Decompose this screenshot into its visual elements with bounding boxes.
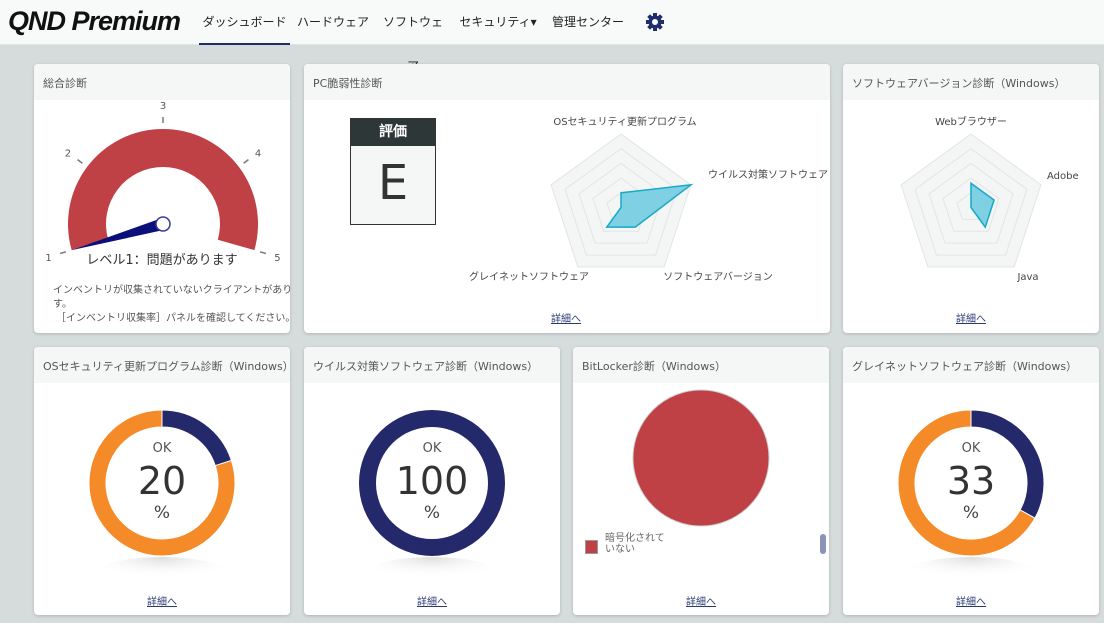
- percent-unit: %: [962, 503, 980, 523]
- tab-dashboard[interactable]: ダッシュボード: [199, 0, 290, 45]
- donut-shadow: [903, 557, 1039, 593]
- pc-vulnerability-panel: PC脆弱性診断 評価 E OSセキュリティ更新プログラム ウイルス対策ソフトウェア…: [304, 64, 830, 333]
- gauge-tick-label: 4: [255, 148, 261, 159]
- ok-value: 100: [395, 459, 469, 503]
- donut-shadow: [94, 557, 230, 593]
- donut-segment-ok: [161, 409, 233, 467]
- tab-admin-center[interactable]: 管理センター: [548, 0, 628, 45]
- ok-label: OK: [152, 441, 172, 456]
- gear-icon[interactable]: [644, 11, 666, 33]
- vulnerability-radar-chart: OSセキュリティ更新プログラムウイルス対策ソフトウェアソフトウェアバージョン グレ…: [469, 115, 828, 283]
- software-version-radar-chart: Webブラウザー Adobe Java: [900, 115, 1079, 283]
- ok-label: OK: [961, 441, 981, 456]
- radar-axis-label: Webブラウザー: [935, 115, 1007, 128]
- bitlocker-panel: BitLocker診断（Windows） 暗号化されて いない 詳細へ: [573, 347, 829, 615]
- gauge-tick-label: 2: [65, 148, 71, 159]
- ok-value: 33: [946, 459, 996, 503]
- percent-unit: %: [423, 503, 441, 523]
- greynet-panel: グレイネットソフトウェア診断（Windows） OK 33 % 詳細へ: [843, 347, 1099, 615]
- tab-software[interactable]: ソフトウェア: [378, 0, 448, 73]
- radar-axis-label: グレイネットソフトウェア: [469, 270, 589, 283]
- ok-value: 20: [137, 459, 187, 503]
- radar-axis-label: ソフトウェアバージョン: [663, 271, 772, 283]
- legend-swatch: [585, 540, 598, 554]
- software-version-panel: ソフトウェアバージョン診断（Windows） Webブラウザー Adobe Java…: [843, 64, 1099, 333]
- ok-label: OK: [422, 441, 442, 456]
- radar-axis-label: OSセキュリティ更新プログラム: [553, 115, 696, 128]
- details-link[interactable]: 詳細へ: [956, 310, 986, 325]
- radar-axis-label: ウイルス対策ソフトウェア: [708, 168, 828, 181]
- overall-diagnosis-panel: 総合診断 12345 レベル1：問題があります インベントリが収集されていないク…: [34, 64, 290, 333]
- gauge-tick-label: 3: [160, 101, 166, 112]
- radar-axis-label: Java: [1016, 272, 1038, 283]
- logo: QND Premium: [8, 6, 181, 36]
- donut-shadow: [364, 557, 500, 593]
- percent-unit: %: [153, 503, 171, 523]
- gauge-band: [68, 129, 258, 251]
- message-line: ［インベントリ収集率］パネルを確認してください。: [56, 313, 290, 324]
- details-link[interactable]: 詳細へ: [147, 593, 177, 608]
- bitlocker-pie: [632, 389, 770, 527]
- tab-security[interactable]: セキュリティ▾: [458, 0, 538, 45]
- top-nav: QND Premium ダッシュボード ハードウェア ソフトウェア セキュリティ…: [0, 0, 1104, 73]
- radar-axis-label: Adobe: [1047, 171, 1079, 182]
- gauge-tick: [77, 159, 83, 164]
- os-update-panel: OSセキュリティ更新プログラム診断（Windows） OK 20 % 詳細へ: [34, 347, 290, 615]
- legend-label: いない: [605, 544, 635, 555]
- legend-label: 暗号化されて: [605, 533, 665, 544]
- details-link[interactable]: 詳細へ: [417, 593, 447, 608]
- pie-slice-not-encrypted: [632, 389, 770, 527]
- details-link[interactable]: 詳細へ: [551, 310, 581, 325]
- details-link[interactable]: 詳細へ: [956, 593, 986, 608]
- legend-scrollbar[interactable]: [820, 534, 826, 554]
- level-text: レベル1：問題があります: [86, 253, 238, 268]
- message-line: インベントリが収集されていないクライアントがありま: [53, 285, 290, 296]
- gauge-needle-pivot: [155, 216, 171, 232]
- tab-hardware[interactable]: ハードウェア: [296, 0, 370, 45]
- details-link[interactable]: 詳細へ: [686, 593, 716, 608]
- message-line: す。: [53, 299, 72, 310]
- antivirus-panel: ウイルス対策ソフトウェア診断（Windows） OK 100 % 詳細へ: [304, 347, 560, 615]
- gauge-tick: [243, 159, 249, 164]
